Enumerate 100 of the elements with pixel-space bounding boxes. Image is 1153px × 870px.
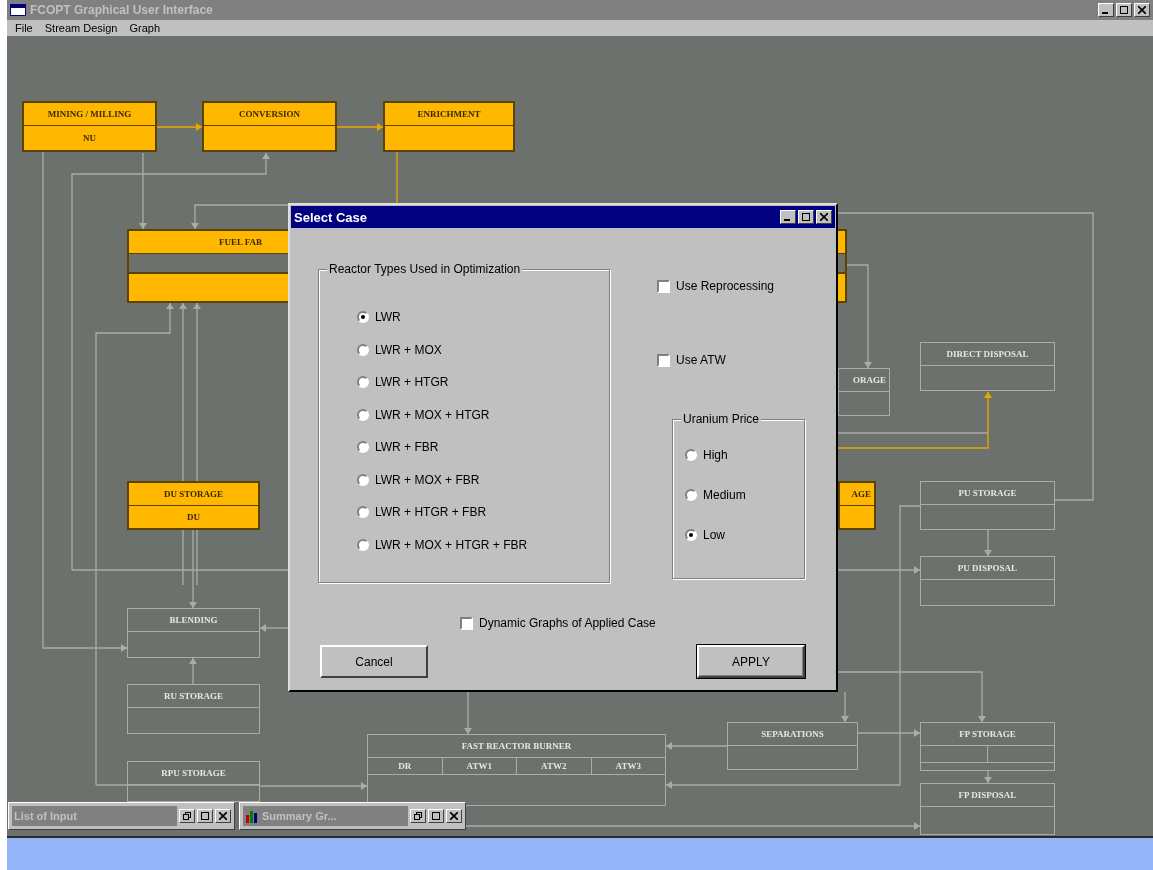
minimize-button[interactable]	[780, 210, 796, 224]
node-label: CONVERSION	[239, 109, 300, 119]
node-label: PU DISPOSAL	[957, 563, 1018, 573]
radio-button[interactable]: LWR + MOX	[357, 340, 609, 359]
radio-button[interactable]: LWR	[357, 308, 609, 326]
close-button[interactable]	[816, 210, 832, 224]
node-label: FUEL FAB	[219, 237, 263, 247]
flow-arrow	[336, 123, 384, 131]
checkbox[interactable]: Dynamic Graphs of Applied Case	[460, 614, 656, 632]
checkbox[interactable]: Use Reprocessing	[657, 277, 805, 295]
maximize-icon	[1120, 6, 1128, 14]
radio-button[interactable]: LWR + MOX + HTGR	[357, 405, 609, 424]
connector-arrow	[259, 624, 289, 632]
radio-indicator[interactable]	[357, 311, 369, 323]
radio-indicator[interactable]	[357, 538, 369, 551]
group-label: Reactor Types Used in Optimization	[327, 262, 523, 276]
chart-icon	[245, 809, 259, 823]
menu-item[interactable]: File	[9, 22, 39, 34]
process-node[interactable]: SEPARATIONS	[727, 722, 858, 770]
node-label: FP STORAGE	[959, 729, 1016, 739]
radio-button[interactable]: Low	[685, 526, 804, 544]
radio-indicator[interactable]	[357, 473, 369, 486]
radio-indicator[interactable]	[357, 376, 369, 388]
process-node[interactable]: CONVERSION	[202, 101, 337, 152]
checkbox-indicator[interactable]	[460, 616, 473, 630]
flow-arrow	[156, 123, 203, 131]
menu-item[interactable]: Graph	[123, 22, 167, 34]
checkbox-indicator[interactable]	[657, 279, 670, 293]
window-title: Select Case	[294, 209, 368, 225]
maximize-button[interactable]	[428, 809, 444, 823]
restore-icon	[414, 812, 422, 820]
radio-button[interactable]: Medium	[685, 486, 804, 504]
node-cell-label: ATW2	[541, 761, 567, 771]
close-icon	[219, 812, 227, 820]
close-icon	[1138, 6, 1146, 14]
process-node[interactable]: PU DISPOSAL	[920, 556, 1055, 606]
maximize-button[interactable]	[798, 210, 814, 224]
node-label: DU STORAGE	[163, 489, 224, 499]
radio-button[interactable]: LWR + FBR	[357, 438, 609, 456]
connector-arrow	[984, 770, 992, 784]
process-node[interactable]: PU STORAGE	[920, 481, 1055, 530]
radio-indicator[interactable]	[357, 408, 369, 421]
node-label: DIRECT DISPOSAL	[946, 349, 1029, 359]
node-cell-label: DR	[398, 761, 412, 771]
node-label: MINING / MILLING	[47, 109, 132, 119]
radio-indicator[interactable]	[357, 506, 369, 518]
node-label: AGE	[851, 489, 871, 499]
cancel-button[interactable]: Cancel	[320, 645, 428, 678]
process-node[interactable]: DU STORAGE DU	[127, 481, 260, 530]
window-title: Summary Gr...	[262, 810, 337, 822]
process-node[interactable]: FP DISPOSAL	[920, 783, 1055, 835]
radio-indicator[interactable]	[685, 489, 697, 501]
node-label: FP DISPOSAL	[958, 790, 1017, 800]
node-label: ORAGE	[853, 375, 886, 385]
node-label: RPU STORAGE	[161, 768, 226, 778]
process-node[interactable]: ENRICHMENT	[383, 101, 515, 152]
maximize-button[interactable]	[197, 809, 213, 823]
restore-button[interactable]	[179, 809, 195, 823]
close-button[interactable]	[446, 809, 462, 823]
process-node[interactable]: AGE	[838, 481, 876, 530]
node-sublabel: NU	[83, 133, 96, 143]
checkbox[interactable]: Use ATW	[657, 351, 805, 369]
apply-button[interactable]: APPLY	[697, 645, 805, 678]
window-title: FCOPT Graphical User Interface	[30, 3, 214, 17]
connector-arrow	[189, 657, 197, 685]
process-node[interactable]: FP STORAGE	[920, 722, 1055, 771]
window-title: List of Input	[14, 810, 77, 822]
node-label: ENRICHMENT	[417, 109, 481, 119]
radio-indicator[interactable]	[357, 343, 369, 356]
radio-button[interactable]: LWR + HTGR	[357, 373, 609, 391]
radio-button[interactable]: LWR + MOX + FBR	[357, 470, 609, 489]
radio-button[interactable]: LWR + HTGR + FBR	[357, 503, 609, 521]
close-icon	[820, 213, 828, 221]
connector-arrow	[464, 691, 472, 735]
connector-arrow	[984, 529, 992, 557]
node-label: PU STORAGE	[958, 488, 1017, 498]
node-cell-label: ATW1	[466, 761, 492, 771]
node-label: BLENDING	[169, 615, 218, 625]
radio-indicator[interactable]	[685, 449, 697, 461]
restore-button[interactable]	[410, 809, 426, 823]
radio-indicator[interactable]	[685, 529, 697, 541]
process-node[interactable]: BLENDING	[127, 608, 260, 658]
process-node[interactable]: RU STORAGE	[127, 684, 260, 734]
process-node[interactable]: MINING / MILLING NU	[22, 101, 157, 152]
node-label: FAST REACTOR BURNER	[461, 741, 572, 751]
radio-button[interactable]: High	[685, 446, 804, 464]
node-label: RU STORAGE	[163, 691, 224, 701]
node-label: SEPARATIONS	[761, 729, 824, 739]
flow-line	[396, 151, 398, 204]
maximize-icon	[432, 812, 440, 820]
radio-indicator[interactable]	[357, 441, 369, 453]
process-node[interactable]: DIRECT DISPOSAL	[920, 342, 1055, 391]
restore-icon	[183, 812, 191, 820]
group-label: Uranium Price	[681, 412, 762, 426]
checkbox-indicator[interactable]	[657, 353, 670, 367]
window-icon	[10, 4, 26, 16]
menu-item[interactable]: Stream Design	[38, 22, 124, 34]
radio-button[interactable]: LWR + MOX + HTGR + FBR	[357, 535, 609, 554]
maximize-icon	[802, 213, 810, 221]
close-button[interactable]	[215, 809, 231, 823]
